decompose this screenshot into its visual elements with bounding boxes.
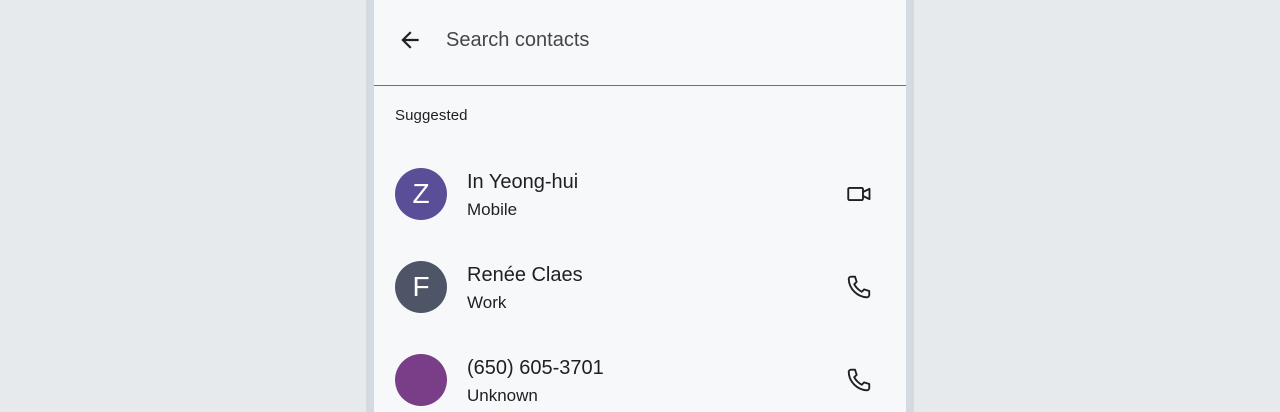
avatar [395, 354, 447, 406]
phone-icon [847, 275, 871, 299]
video-call-button[interactable] [840, 175, 878, 213]
arrow-back-icon [401, 31, 419, 49]
contact-row[interactable]: (650) 605-3701 Unknown [374, 340, 906, 412]
voice-call-button[interactable] [840, 268, 878, 306]
avatar: F [395, 261, 447, 313]
back-button[interactable] [392, 22, 428, 58]
contact-row[interactable]: F Renée Claes Work [374, 247, 906, 327]
contact-name: Renée Claes [467, 264, 583, 286]
contact-type: Work [467, 293, 507, 312]
contact-type: Mobile [467, 200, 518, 219]
contact-type: Unknown [467, 386, 538, 405]
contact-row[interactable]: Z In Yeong-hui Mobile [374, 154, 906, 234]
contact-name: (650) 605-3701 [467, 357, 604, 379]
section-title-suggested: Suggested [395, 107, 468, 124]
search-bar [374, 0, 906, 86]
avatar: Z [395, 168, 447, 220]
voice-call-button[interactable] [840, 361, 878, 399]
contact-name: In Yeong-hui [467, 171, 579, 193]
contacts-search-screen: Suggested Z In Yeong-hui Mobile F Renée … [374, 0, 906, 412]
phone-icon [847, 368, 871, 392]
video-camera-icon [847, 187, 871, 201]
search-input[interactable] [446, 22, 866, 58]
